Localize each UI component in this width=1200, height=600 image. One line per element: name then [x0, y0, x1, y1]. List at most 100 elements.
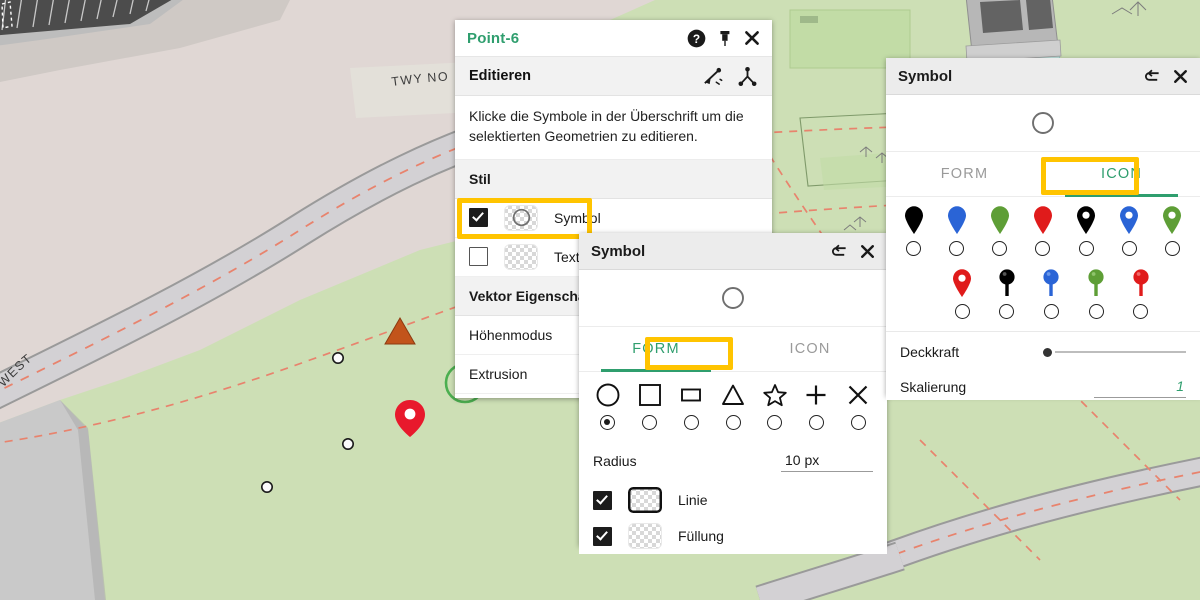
square-icon — [638, 384, 661, 406]
icon-pin-hole-black-radio[interactable] — [1078, 241, 1094, 256]
icon-pin-hole-green[interactable] — [1151, 205, 1194, 256]
icon-pin-hole-blue[interactable] — [1108, 205, 1151, 256]
symbol-icon-tabs: FORM ICON — [886, 152, 1200, 197]
symbol-icon-titlebar: Symbol — [886, 58, 1200, 95]
shape-triangle-radio[interactable] — [725, 415, 741, 430]
cross-icon — [848, 385, 868, 405]
icon-pin-filled-black[interactable] — [892, 205, 935, 256]
rectangle-icon — [681, 388, 702, 402]
shape-triangle[interactable] — [712, 382, 754, 430]
scale-value-input[interactable]: 1 — [1094, 376, 1186, 398]
close-icon[interactable] — [860, 244, 875, 259]
checkbox-fuellung-row[interactable]: Füllung — [579, 518, 887, 554]
help-icon[interactable]: ? — [687, 29, 706, 48]
symbol-form-title: Symbol — [591, 242, 646, 260]
style-text-checkbox[interactable] — [469, 247, 488, 267]
checkbox-linie-row[interactable]: Linie — [579, 482, 887, 518]
star-icon — [763, 384, 787, 407]
shape-star[interactable] — [754, 382, 796, 430]
icon-lollipop-black[interactable] — [985, 268, 1030, 319]
tab-form[interactable]: FORM — [579, 327, 733, 372]
checkbox-fuellung[interactable] — [593, 526, 612, 546]
icon-pin-hole-blue-radio[interactable] — [1121, 241, 1137, 256]
icon-pin-filled-red-radio[interactable] — [1035, 241, 1051, 256]
icon-lollipop-blue[interactable] — [1029, 268, 1074, 319]
shape-circle[interactable] — [587, 382, 629, 430]
tab-icon[interactable]: ICON — [1043, 152, 1200, 197]
pin-hole-icon — [1120, 206, 1139, 234]
opacity-slider-track[interactable] — [1055, 351, 1186, 353]
style-row-symbol[interactable]: Symbol — [455, 198, 772, 238]
tab-icon[interactable]: ICON — [733, 327, 887, 371]
shape-cross-radio[interactable] — [850, 415, 866, 430]
teardrop-icon — [990, 206, 1009, 234]
icon-pin-hole-red-radio[interactable] — [954, 304, 970, 319]
icon-lollipop-black-radio[interactable] — [999, 304, 1015, 319]
vector-extrusion-label: Extrusion — [469, 365, 528, 382]
checkbox-linie[interactable] — [593, 490, 612, 510]
close-icon[interactable] — [1173, 69, 1188, 84]
close-icon[interactable] — [744, 30, 760, 46]
checkbox-fuellung-label: Füllung — [678, 528, 724, 544]
radius-label: Radius — [593, 453, 637, 469]
shape-circle-radio[interactable] — [600, 415, 616, 430]
edit-split-icon[interactable] — [737, 66, 758, 87]
teardrop-icon — [1033, 206, 1052, 234]
shape-square[interactable] — [629, 382, 671, 430]
icon-pin-hole-black[interactable] — [1065, 205, 1108, 256]
triangle-icon — [722, 384, 744, 405]
icon-pin-filled-red[interactable] — [1021, 205, 1064, 256]
shape-rectangle[interactable] — [670, 382, 712, 430]
radius-value-input[interactable]: 10 px — [781, 450, 873, 472]
linie-color-swatch[interactable] — [628, 487, 662, 513]
opacity-slider[interactable] — [1043, 347, 1186, 357]
symbol-form-titlebar: Symbol — [579, 233, 887, 270]
icon-pin-hole-green-radio[interactable] — [1164, 241, 1180, 256]
map-vertex-circle-3[interactable] — [260, 480, 273, 493]
screen: TWY NO Y WEST Point-6 ? — [0, 0, 1200, 600]
icon-options-row2 — [886, 258, 1200, 321]
symbol-form-panel: Symbol FORM ICON Radius 10 px Linie Füll… — [579, 233, 887, 554]
icon-pin-hole-red[interactable] — [940, 268, 985, 319]
shape-plus-radio[interactable] — [808, 415, 824, 430]
map-vertex-circle-2[interactable] — [341, 437, 354, 450]
style-text-swatch[interactable] — [504, 243, 538, 270]
icon-pin-filled-green[interactable] — [978, 205, 1021, 256]
pin-hole-icon — [953, 269, 972, 297]
shape-cross[interactable] — [837, 382, 879, 430]
shape-plus[interactable] — [796, 382, 838, 430]
shape-square-radio[interactable] — [642, 415, 658, 430]
style-text-label: Text — [554, 248, 580, 265]
reset-icon[interactable] — [830, 243, 849, 260]
checkbox-linie-label: Linie — [678, 492, 708, 508]
icon-lollipop-green[interactable] — [1074, 268, 1119, 319]
tab-form-label: FORM — [940, 166, 989, 182]
style-section-header: Stil — [455, 159, 772, 199]
edit-section-title: Editieren — [469, 68, 532, 84]
style-symbol-checkbox[interactable] — [469, 208, 488, 228]
lollipop-icon — [999, 269, 1015, 296]
shape-rectangle-radio[interactable] — [683, 415, 699, 430]
style-symbol-swatch[interactable] — [504, 204, 538, 231]
icon-pin-filled-black-radio[interactable] — [906, 241, 922, 256]
edit-vertex-icon[interactable] — [702, 66, 723, 87]
symbol-preview-circle-icon — [1032, 112, 1054, 134]
icon-lollipop-green-radio[interactable] — [1088, 304, 1104, 319]
lollipop-icon — [1043, 269, 1060, 296]
pin-icon[interactable] — [717, 30, 733, 47]
icon-lollipop-red-radio[interactable] — [1133, 304, 1149, 319]
fuellung-color-swatch[interactable] — [628, 523, 662, 549]
edit-section-header: Editieren — [455, 57, 772, 96]
icon-pin-filled-green-radio[interactable] — [992, 241, 1008, 256]
reset-icon[interactable] — [1143, 68, 1162, 85]
map-vertex-circle-1[interactable] — [331, 351, 344, 364]
icon-lollipop-blue-radio[interactable] — [1043, 304, 1059, 319]
icon-pin-filled-blue-radio[interactable] — [949, 241, 965, 256]
svg-text:?: ? — [693, 31, 700, 45]
tab-form[interactable]: FORM — [886, 152, 1043, 196]
shape-star-radio[interactable] — [767, 415, 783, 430]
opacity-slider-handle[interactable] — [1043, 347, 1052, 357]
icon-lollipop-red[interactable] — [1118, 268, 1163, 319]
icon-pin-filled-blue[interactable] — [935, 205, 978, 256]
shape-options-grid — [579, 372, 887, 434]
